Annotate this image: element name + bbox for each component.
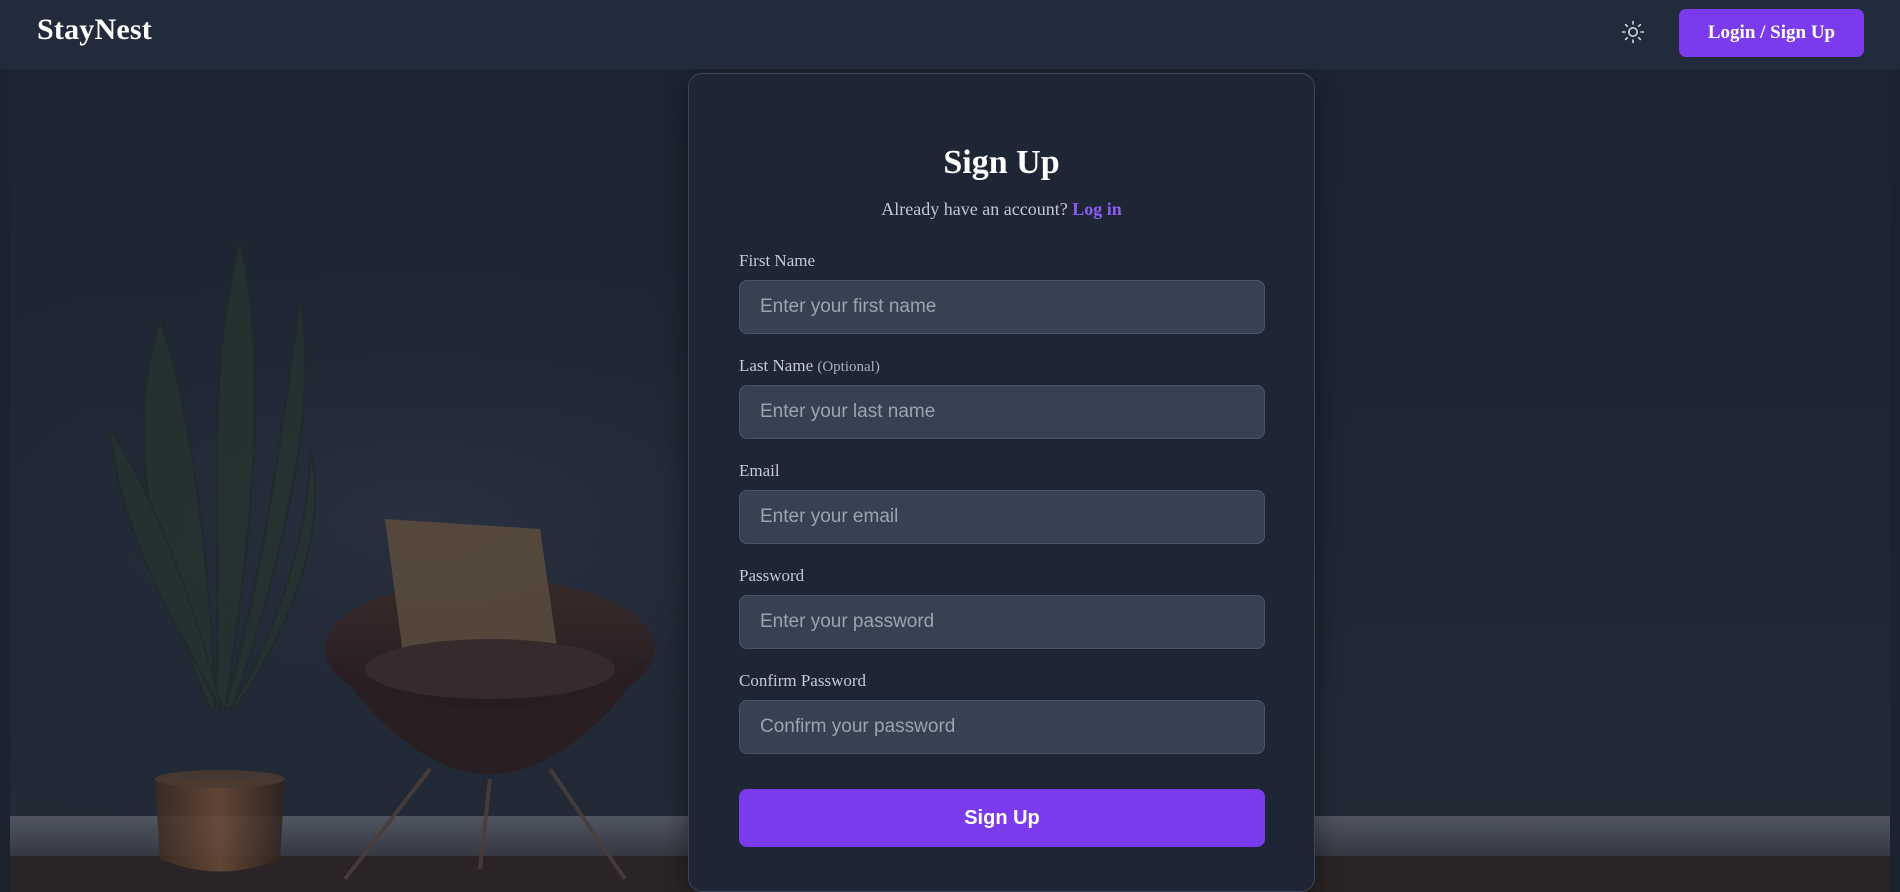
first-name-label-text: First Name — [739, 251, 816, 270]
password-field[interactable] — [739, 595, 1265, 649]
confirm-password-field[interactable] — [739, 700, 1265, 754]
password-label: Password — [739, 566, 804, 586]
confirm-password-label: Confirm Password — [739, 671, 866, 691]
first-name-field[interactable] — [739, 280, 1265, 334]
first-name-label: First Name — [739, 251, 815, 271]
last-name-label-text: Last Name — [739, 356, 814, 375]
top-navbar: StayNest Login / Sign Up — [0, 0, 1900, 69]
login-link[interactable]: Log in — [1072, 199, 1122, 219]
login-signup-button[interactable]: Login / Sign Up — [1679, 9, 1864, 57]
last-name-label: Last Name (Optional) — [739, 356, 880, 376]
email-label-text: Email — [739, 461, 780, 480]
last-name-field[interactable] — [739, 385, 1265, 439]
logo[interactable]: StayNest — [37, 13, 152, 47]
password-label-text: Password — [739, 566, 805, 585]
login-prompt: Already have an account? Log in — [689, 199, 1314, 220]
sign-up-button[interactable]: Sign Up — [739, 789, 1265, 847]
sun-icon[interactable] — [1619, 18, 1647, 46]
email-label: Email — [739, 461, 780, 481]
email-field[interactable] — [739, 490, 1265, 544]
page-title: Sign Up — [943, 144, 1060, 181]
optional-hint: (Optional) — [817, 359, 880, 375]
login-prompt-text: Already have an account? — [881, 199, 1068, 219]
signup-card: Sign Up Already have an account? Log in … — [688, 73, 1315, 892]
confirm-password-label-text: Confirm Password — [739, 671, 867, 690]
